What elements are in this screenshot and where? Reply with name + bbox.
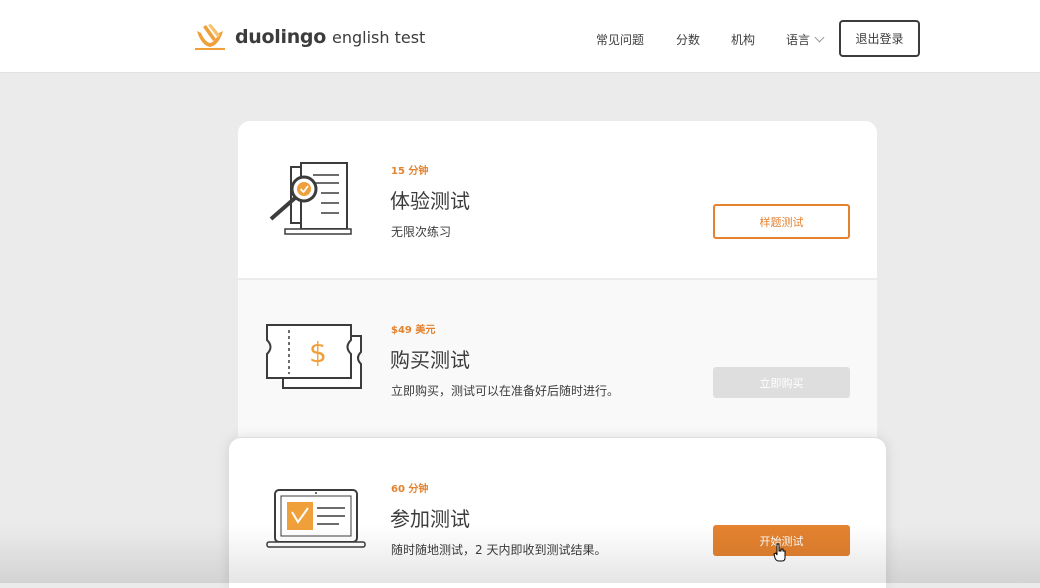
practice-test-card: 15 分钟 体验测试 无限次练习 样题测试: [238, 121, 877, 278]
take-test-title: 参加测试: [390, 507, 470, 531]
magnifier-document-icon: [269, 162, 352, 235]
top-header: duolingo english test 常见问题 分数 机构 语言 退出登录: [0, 0, 1040, 73]
nav-scores[interactable]: 分数: [676, 31, 700, 48]
chevron-down-icon: [814, 32, 825, 43]
take-test-duration: 60 分钟: [391, 484, 429, 495]
purchase-price: $49 美元: [391, 325, 436, 336]
duolingo-logo-icon: [195, 24, 225, 50]
take-test-card: 60 分钟 参加测试 随时随地测试，2 天内即收到测试结果。 开始测试: [229, 438, 886, 588]
nav-institutions[interactable]: 机构: [731, 31, 755, 48]
practice-description: 无限次练习: [391, 225, 452, 239]
brand-logo[interactable]: duolingo english test: [193, 22, 425, 52]
purchase-title: 购买测试: [390, 348, 470, 372]
take-test-description: 随时随地测试，2 天内即收到测试结果。: [391, 543, 607, 557]
ticket-dollar-icon: $: [266, 324, 362, 389]
practice-duration: 15 分钟: [391, 166, 429, 177]
purchase-description: 立即购买，测试可以在准备好后随时进行。: [391, 384, 620, 398]
svg-text:$: $: [309, 336, 327, 369]
buy-test-card: $ $49 美元 购买测试 立即购买，测试可以在准备好后随时进行。 立即购买: [238, 280, 877, 437]
logout-button[interactable]: 退出登录: [839, 20, 920, 57]
practice-title: 体验测试: [390, 189, 470, 213]
buy-now-button[interactable]: 立即购买: [713, 367, 850, 398]
laptop-certificate-icon: [266, 489, 366, 548]
nav-faq[interactable]: 常见问题: [596, 31, 644, 48]
brand-subtitle: english test: [332, 27, 426, 47]
brand-name: duolingo: [235, 26, 326, 48]
nav-language[interactable]: 语言: [786, 31, 825, 48]
nav-language-label: 语言: [786, 33, 811, 47]
hand-cursor-icon: [773, 543, 786, 562]
sample-test-button[interactable]: 样题测试: [713, 204, 850, 239]
